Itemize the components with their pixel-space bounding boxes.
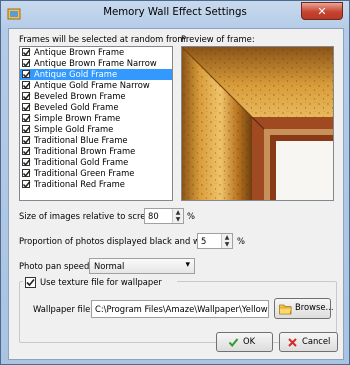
spin-down-icon[interactable]: ▼ bbox=[222, 241, 232, 248]
frame-item-label: Beveled Brown Frame bbox=[34, 91, 126, 101]
pan-speed-select[interactable]: Normal ▾ bbox=[89, 258, 195, 274]
frame-list-item[interactable]: Traditional Red Frame bbox=[20, 179, 172, 190]
checkmark-icon bbox=[22, 137, 31, 144]
frame-checkbox[interactable] bbox=[22, 48, 31, 56]
checkmark-icon bbox=[26, 278, 35, 287]
wallpaper-path-value[interactable]: C:\Program Files\Amaze\Wallpaper\Yellow … bbox=[95, 304, 268, 314]
cancel-button[interactable]: Cancel bbox=[279, 332, 338, 352]
checkmark-icon bbox=[22, 170, 31, 177]
checkmark-icon bbox=[228, 338, 239, 348]
image-size-spin-buttons[interactable]: ▲ ▼ bbox=[172, 209, 183, 223]
frame-checkbox[interactable] bbox=[22, 136, 31, 144]
frame-item-label: Antique Gold Frame Narrow bbox=[34, 80, 150, 90]
frame-list-item[interactable]: Traditional Blue Frame bbox=[20, 135, 172, 146]
checkmark-icon bbox=[22, 104, 31, 111]
title-bar[interactable]: Memory Wall Effect Settings ✕ bbox=[1, 1, 349, 28]
frame-item-label: Antique Brown Frame bbox=[34, 47, 125, 57]
texture-checkbox[interactable] bbox=[25, 277, 36, 288]
checkmark-icon bbox=[22, 148, 31, 155]
frame-checkbox[interactable] bbox=[22, 158, 31, 166]
ok-button-label[interactable]: OK bbox=[243, 336, 255, 346]
frame-list-item[interactable]: Beveled Brown Frame bbox=[20, 91, 172, 102]
pan-speed-value: Normal bbox=[94, 261, 125, 271]
image-size-unit: % bbox=[187, 211, 195, 221]
image-size-value[interactable]: 80 bbox=[148, 211, 159, 221]
frame-checkbox[interactable] bbox=[22, 81, 31, 89]
checkmark-icon bbox=[22, 60, 31, 67]
browse-button[interactable]: Browse... bbox=[274, 298, 333, 319]
wallpaper-path-field[interactable]: C:\Program Files\Amaze\Wallpaper\Yellow … bbox=[91, 300, 269, 318]
frame-item-label: Traditional Brown Frame bbox=[34, 146, 136, 156]
checkmark-icon bbox=[22, 49, 31, 56]
frame-item-label: Traditional Gold Frame bbox=[34, 157, 129, 167]
frame-checkbox[interactable] bbox=[22, 147, 31, 155]
bw-proportion-spin-buttons[interactable]: ▲ ▼ bbox=[221, 234, 232, 248]
spin-up-icon[interactable]: ▲ bbox=[173, 209, 183, 216]
frame-list-item[interactable]: Simple Brown Frame bbox=[20, 113, 172, 124]
ok-button[interactable]: OK bbox=[216, 332, 273, 352]
bw-proportion-label: Proportion of photos displayed black and… bbox=[19, 236, 219, 246]
close-button[interactable]: ✕ bbox=[301, 2, 343, 20]
frame-checkbox[interactable] bbox=[22, 169, 31, 177]
browse-button-label[interactable]: Browse... bbox=[295, 302, 333, 312]
checkmark-icon bbox=[22, 181, 31, 188]
frame-list-item[interactable]: Antique Gold Frame bbox=[20, 69, 172, 80]
frame-list-item[interactable]: Antique Brown Frame bbox=[20, 47, 172, 58]
checkmark-icon bbox=[22, 115, 31, 122]
frame-list-item[interactable]: Simple Gold Frame bbox=[20, 124, 172, 135]
checkmark-icon bbox=[22, 71, 31, 78]
spin-down-icon[interactable]: ▼ bbox=[173, 216, 183, 223]
frame-checkbox[interactable] bbox=[22, 59, 31, 67]
pan-speed-label: Photo pan speed: bbox=[19, 261, 93, 271]
checkmark-icon bbox=[22, 82, 31, 89]
texture-option[interactable]: Use texture file for wallpaper bbox=[23, 276, 177, 288]
frames-listbox[interactable]: Antique Brown Frame Antique Brown Frame N… bbox=[19, 46, 173, 201]
frames-list-label: Frames will be selected at random from: bbox=[19, 34, 189, 44]
frame-item-label: Simple Brown Frame bbox=[34, 113, 121, 123]
frame-list-item[interactable]: Traditional Green Frame bbox=[20, 168, 172, 179]
dialog-body: Frames will be selected at random from: … bbox=[8, 28, 344, 360]
frame-item-label: Traditional Blue Frame bbox=[34, 135, 128, 145]
settings-dialog: Memory Wall Effect Settings ✕ Frames wil… bbox=[0, 0, 350, 365]
spin-up-icon[interactable]: ▲ bbox=[222, 234, 232, 241]
image-size-spinner[interactable]: 80 ▲ ▼ bbox=[144, 208, 184, 224]
wallpaper-file-label: Wallpaper file: bbox=[33, 304, 94, 314]
image-size-label: Size of images relative to screen: bbox=[19, 211, 159, 221]
frame-item-label: Simple Gold Frame bbox=[34, 124, 114, 134]
frame-list-item[interactable]: Beveled Gold Frame bbox=[20, 102, 172, 113]
window-title: Memory Wall Effect Settings bbox=[103, 7, 247, 18]
close-icon bbox=[288, 338, 297, 347]
checkmark-icon bbox=[22, 126, 31, 133]
bw-proportion-unit: % bbox=[237, 236, 245, 246]
chevron-down-icon: ▾ bbox=[185, 260, 190, 270]
frame-preview-image bbox=[181, 46, 334, 201]
frame-list-item[interactable]: Antique Brown Frame Narrow bbox=[20, 58, 172, 69]
frame-item-label: Traditional Red Frame bbox=[34, 179, 125, 189]
checkmark-icon bbox=[22, 93, 31, 100]
checkmark-icon bbox=[22, 159, 31, 166]
frame-list-item[interactable]: Antique Gold Frame Narrow bbox=[20, 80, 172, 91]
frame-item-label: Antique Gold Frame bbox=[34, 69, 118, 79]
frame-item-label: Antique Brown Frame Narrow bbox=[34, 58, 157, 68]
bw-proportion-value[interactable]: 5 bbox=[201, 236, 206, 246]
frame-checkbox[interactable] bbox=[22, 92, 31, 100]
frame-list-item[interactable]: Traditional Gold Frame bbox=[20, 157, 172, 168]
frame-checkbox[interactable] bbox=[22, 125, 31, 133]
frame-checkbox[interactable] bbox=[22, 114, 31, 122]
frame-checkbox[interactable] bbox=[22, 70, 31, 78]
frame-checkbox[interactable] bbox=[22, 180, 31, 188]
cancel-button-label[interactable]: Cancel bbox=[302, 336, 330, 346]
frame-checkbox[interactable] bbox=[22, 103, 31, 111]
frame-list-item[interactable]: Traditional Brown Frame bbox=[20, 146, 172, 157]
frame-item-label: Traditional Green Frame bbox=[34, 168, 135, 178]
preview-label: Preview of frame: bbox=[181, 34, 255, 44]
folder-icon bbox=[279, 304, 292, 315]
bw-proportion-spinner[interactable]: 5 ▲ ▼ bbox=[197, 233, 233, 249]
frame-item-label: Beveled Gold Frame bbox=[34, 102, 119, 112]
texture-checkbox-label[interactable]: Use texture file for wallpaper bbox=[40, 277, 162, 287]
